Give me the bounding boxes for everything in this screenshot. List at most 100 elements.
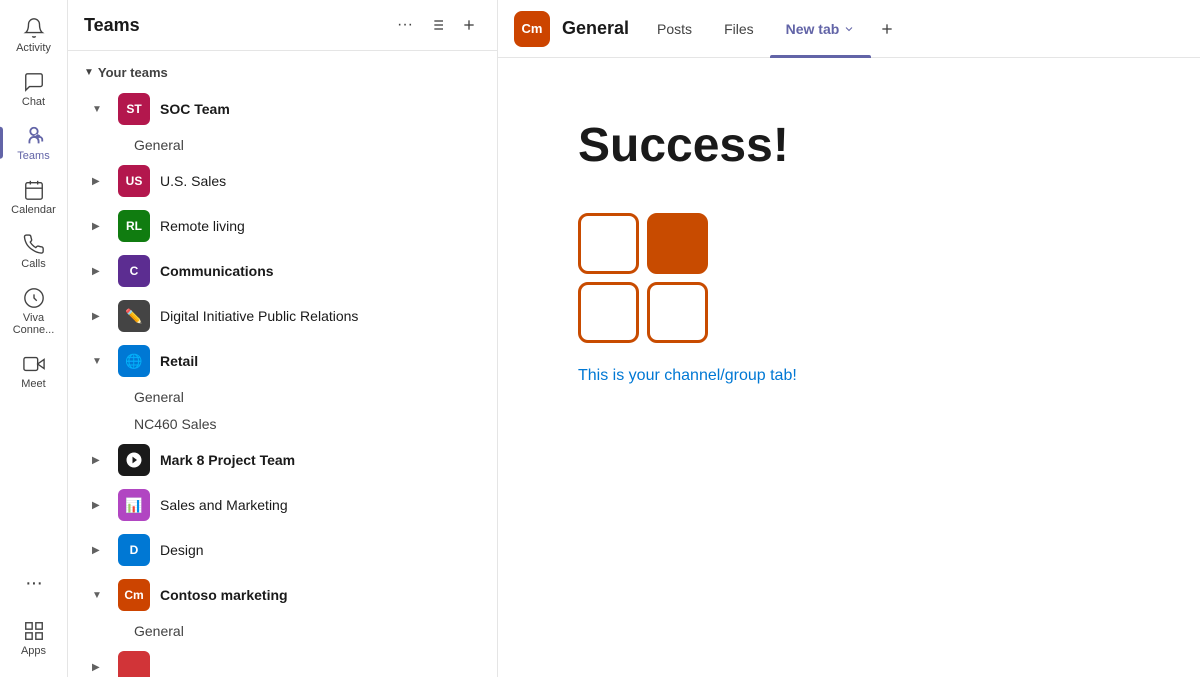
digital-chevron: ▶ [92,311,108,322]
calendar-label: Calendar [11,204,56,216]
teams-panel-header: Teams ··· [68,0,497,51]
design-avatar: D [118,534,150,566]
digital-name: Digital Initiative Public Relations [160,308,437,324]
chat-label: Chat [22,96,45,108]
team-item-contoso[interactable]: ▼ Cm Contoso marketing ··· [76,573,489,617]
retail-avatar: 🌐 [118,345,150,377]
apps-icon [22,619,46,643]
channel-group-text: This is your channel/group tab! [578,367,797,385]
digital-avatar: ✏️ [118,300,150,332]
us-sales-avatar: US [118,165,150,197]
team-item-mark8[interactable]: ▶ Mark 8 Project Team ··· [76,438,489,482]
tab-posts[interactable]: Posts [641,0,708,58]
us-sales-name: U.S. Sales [160,173,437,189]
sidebar-item-calendar[interactable]: Calendar [0,170,67,224]
your-teams-section[interactable]: ▼ Your teams [68,59,497,86]
tab-new-tab[interactable]: New tab [770,0,872,58]
logo-cell-2 [647,213,708,274]
teams-add-button[interactable] [457,13,481,37]
activity-label: Activity [16,42,51,54]
teams-filter-button[interactable] [425,13,449,37]
mark8-chevron: ▶ [92,455,108,466]
content-area: Success! This is your channel/group tab! [498,58,1200,677]
viva-label: Viva Conne... [4,312,63,336]
calls-label: Calls [21,258,45,270]
team-item-remote-living[interactable]: ▶ RL Remote living ··· [76,204,489,248]
channel-tabs: Posts Files New tab [641,0,1184,58]
team-item-bottom[interactable]: ▶ [76,645,489,677]
teams-header-actions: ··· [393,12,481,38]
team-item-soc-team[interactable]: ▼ ST SOC Team ··· [76,87,489,131]
teams-more-button[interactable]: ··· [393,12,417,38]
remote-living-chevron: ▶ [92,221,108,232]
sidebar-item-viva[interactable]: Viva Conne... [0,278,67,344]
add-tab-button[interactable] [871,17,903,41]
teams-icon [22,124,46,148]
calendar-icon [22,178,46,202]
chat-icon [22,70,46,94]
activity-icon [22,16,46,40]
team-item-sales-marketing[interactable]: ▶ 📊 Sales and Marketing ··· [76,483,489,527]
channel-soc-general[interactable]: General [76,132,489,158]
mark8-name: Mark 8 Project Team [160,452,437,468]
channel-header: Cm General Posts Files New tab [498,0,1200,58]
logo-cell-1 [578,213,639,274]
viva-icon [22,286,46,310]
bottom-chevron: ▶ [92,662,108,673]
meet-icon [22,352,46,376]
sales-marketing-avatar: 📊 [118,489,150,521]
team-item-communications[interactable]: ▶ C Communications ··· [76,249,489,293]
apps-label: Apps [21,645,46,657]
remote-living-name: Remote living [160,218,437,234]
bottom-avatar [118,651,150,677]
soc-team-name: SOC Team [160,101,437,117]
channel-retail-general[interactable]: General [76,384,489,410]
meet-label: Meet [21,378,45,390]
remote-living-avatar: RL [118,210,150,242]
logo-cell-4 [647,282,708,343]
contoso-name: Contoso marketing [160,587,437,603]
section-chevron: ▼ [84,67,94,78]
team-item-retail[interactable]: ▼ 🌐 Retail ··· [76,339,489,383]
sidebar-item-activity[interactable]: Activity [0,8,67,62]
calls-icon [22,232,46,256]
retail-name: Retail [160,353,437,369]
channel-nc460-sales[interactable]: NC460 Sales [76,411,489,437]
communications-chevron: ▶ [92,266,108,277]
new-tab-label: New tab [786,21,840,37]
main-content: Cm General Posts Files New tab Success! [498,0,1200,677]
sidebar-item-meet[interactable]: Meet [0,344,67,398]
sales-marketing-name: Sales and Marketing [160,497,437,513]
sidebar-item-calls[interactable]: Calls [0,224,67,278]
communications-name: Communications [160,263,437,279]
logo-cell-3 [578,282,639,343]
us-sales-chevron: ▶ [92,176,108,187]
mark8-avatar [118,444,150,476]
channel-team-icon: Cm [514,11,550,47]
teams-list: ▼ Your teams ▼ ST SOC Team ··· General ▶… [68,51,497,677]
sales-marketing-chevron: ▶ [92,500,108,511]
sidebar-item-teams[interactable]: Teams [0,116,67,170]
team-item-us-sales[interactable]: ▶ US U.S. Sales ··· [76,159,489,203]
soc-team-avatar: ST [118,93,150,125]
contoso-chevron: ▼ [92,590,108,601]
design-name: Design [160,542,437,558]
soc-team-chevron: ▼ [92,104,108,115]
app-logo-grid [578,213,708,343]
sidebar-nav: Activity Chat Teams Calendar [0,0,68,677]
team-item-design[interactable]: ▶ D Design ··· [76,528,489,572]
sidebar-item-apps[interactable]: Apps [0,611,67,665]
sidebar-item-more[interactable]: ··· [0,563,67,603]
more-icon: ··· [22,571,46,595]
team-item-digital-initiative[interactable]: ▶ ✏️ Digital Initiative Public Relations… [76,294,489,338]
design-chevron: ▶ [92,545,108,556]
chevron-down-icon [843,23,855,35]
section-label: Your teams [98,65,168,80]
tab-files[interactable]: Files [708,0,770,58]
success-title: Success! [578,118,789,173]
channel-contoso-general[interactable]: General [76,618,489,644]
contoso-avatar: Cm [118,579,150,611]
sidebar-item-chat[interactable]: Chat [0,62,67,116]
teams-panel-title: Teams [84,15,393,36]
channel-title: General [562,18,629,39]
